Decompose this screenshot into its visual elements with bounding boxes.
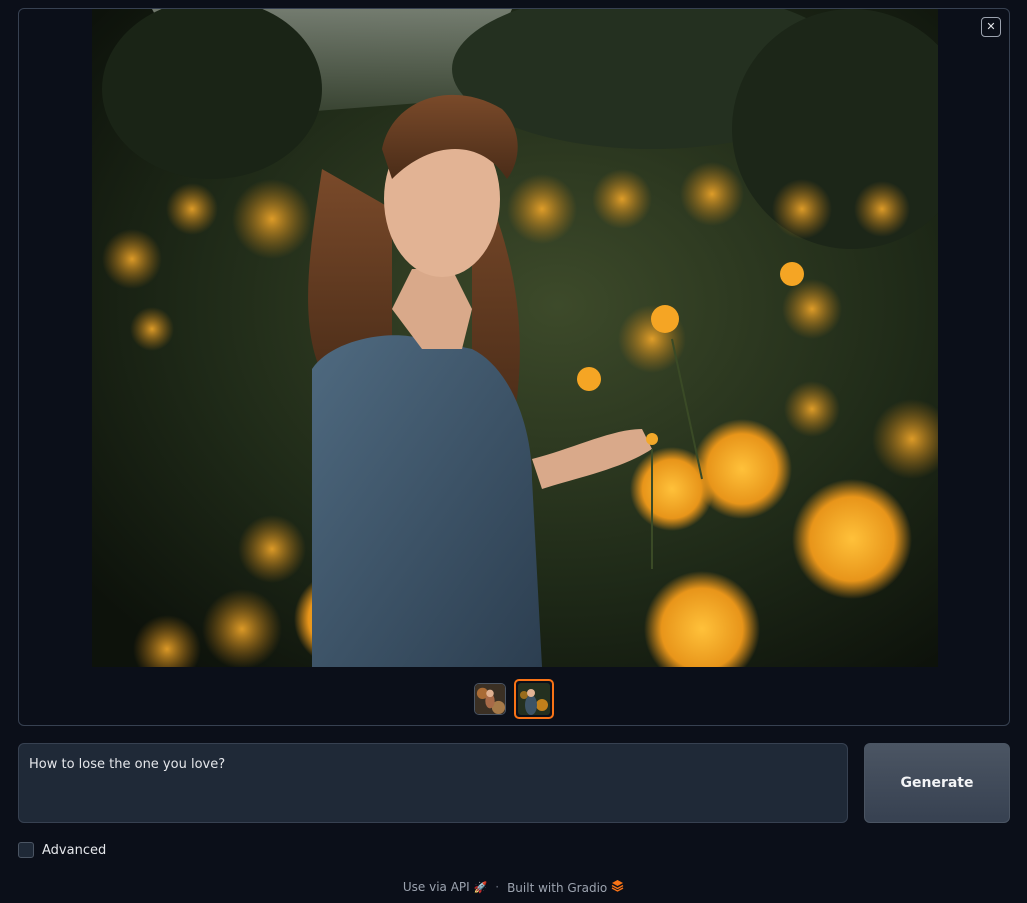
built-with-gradio-link[interactable]: Built with Gradio bbox=[507, 879, 624, 895]
prompt-input[interactable] bbox=[29, 756, 837, 810]
advanced-toggle[interactable]: Advanced bbox=[18, 841, 106, 859]
rocket-icon: 🚀 bbox=[473, 881, 488, 894]
thumbnail-2[interactable] bbox=[514, 679, 554, 719]
footer-separator: · bbox=[495, 880, 500, 894]
advanced-label: Advanced bbox=[42, 842, 107, 858]
gallery-preview-image[interactable] bbox=[92, 9, 938, 667]
built-with-gradio-label: Built with Gradio bbox=[507, 881, 608, 895]
gallery-thumbnails bbox=[19, 679, 1009, 719]
footer: Use via API 🚀 · Built with Gradio bbox=[0, 878, 1027, 896]
use-via-api-label: Use via API bbox=[402, 880, 470, 894]
advanced-checkbox[interactable] bbox=[18, 842, 34, 858]
thumbnail-1[interactable] bbox=[474, 683, 506, 715]
woman-in-flower-field-image bbox=[92, 9, 938, 667]
image-gallery: ✕ bbox=[18, 8, 1010, 726]
generate-button[interactable]: Generate bbox=[864, 743, 1010, 823]
thumbnail-1-image bbox=[475, 684, 505, 714]
thumbnail-2-image bbox=[518, 683, 550, 715]
close-icon[interactable]: ✕ bbox=[981, 17, 1001, 37]
gradio-logo-icon bbox=[611, 880, 624, 892]
use-via-api-link[interactable]: Use via API 🚀 bbox=[403, 880, 487, 894]
prompt-textbox[interactable] bbox=[18, 743, 848, 823]
